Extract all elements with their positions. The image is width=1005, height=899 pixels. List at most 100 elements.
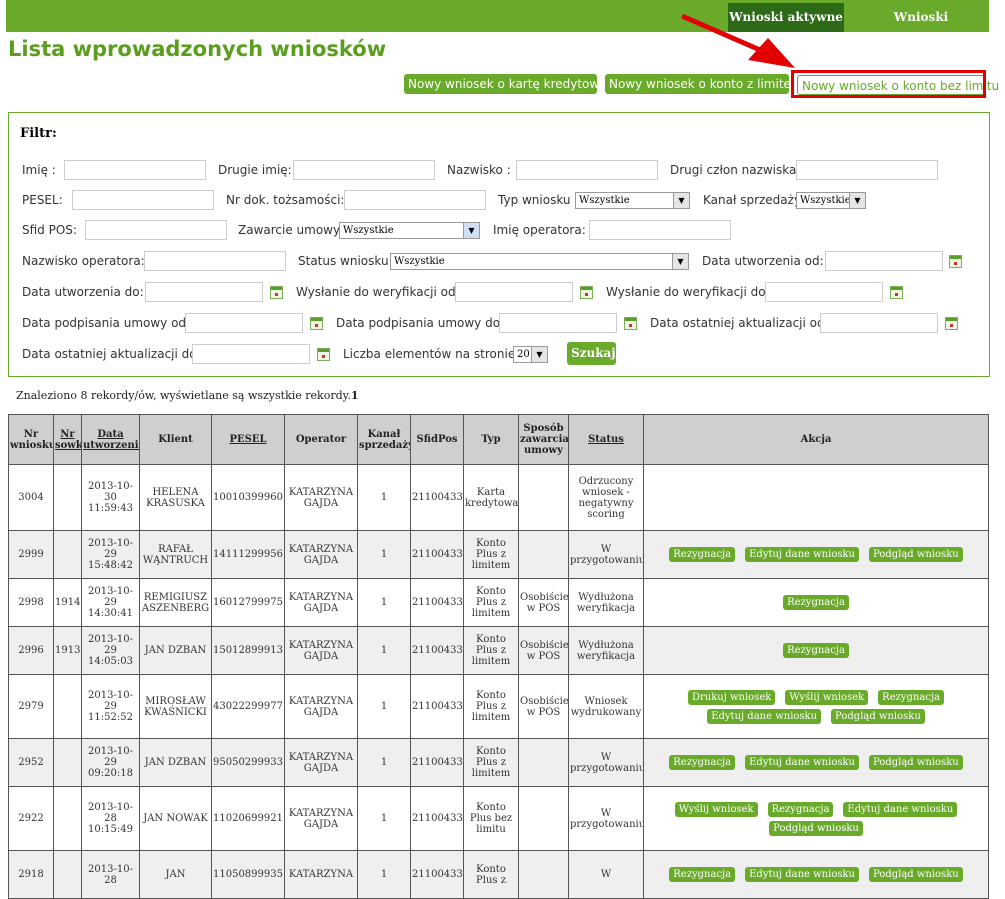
cell-status: W przygotowaniu	[568, 786, 644, 851]
chevron-down-icon: ▼	[531, 347, 547, 362]
chevron-down-icon: ▼	[849, 193, 865, 208]
signed-from-label: Data podpisania umowy od:	[22, 316, 191, 330]
cell-date-value: 2013-10-30	[88, 481, 133, 503]
second-name-input[interactable]	[293, 160, 435, 180]
results-count: Znaleziono 8 rekordy/ów, wyświetlane są …	[16, 389, 359, 402]
id-document-input[interactable]	[344, 190, 486, 210]
cell-sfid: 21100433	[410, 674, 464, 739]
col-header: Kanał sprzedaży	[357, 414, 411, 465]
sfid-pos-input[interactable]	[85, 220, 227, 240]
col-header[interactable]: Nr sowk	[53, 414, 82, 465]
cell-date-value: 2013-10-29	[88, 538, 133, 560]
action-button[interactable]: Wyślij wniosek	[674, 801, 758, 817]
action-button[interactable]: Rezygnacja	[783, 643, 849, 658]
cell-klient: JAN DZBAN	[139, 626, 212, 675]
tab-active-applications[interactable]: Wnioski aktywne	[728, 3, 844, 32]
cell-typ: Konto Plus z limitem	[463, 578, 519, 627]
table-row: 3004 2013-10-30 11:59:43 HELENA KRASUSKA 100…	[8, 464, 989, 531]
cell-pesel: 11050899935	[211, 850, 285, 899]
table-body: 3004 2013-10-30 11:59:43 HELENA KRASUSKA 100…	[8, 464, 989, 899]
agreement-select[interactable]: Wszystkie ▼	[339, 222, 480, 239]
first-name-input[interactable]	[64, 160, 206, 180]
new-account-limit-button[interactable]: Nowy wniosek o konto z limitem	[605, 74, 803, 94]
chevron-down-icon: ▼	[463, 223, 479, 238]
operator-surname-input[interactable]	[144, 251, 286, 271]
cell-sposob	[518, 786, 569, 851]
calendar-icon[interactable]	[949, 255, 962, 268]
surname-input[interactable]	[516, 160, 658, 180]
action-button[interactable]: Rezygnacja	[669, 547, 736, 562]
cell-sowk	[53, 464, 82, 531]
action-button[interactable]: Edytuj dane wniosku	[707, 708, 822, 724]
calendar-icon[interactable]	[310, 317, 323, 330]
operator-name-label: Imię operatora:	[493, 223, 586, 237]
search-button[interactable]: Szukaj	[567, 342, 616, 365]
signed-to-input[interactable]	[499, 313, 617, 333]
action-button[interactable]: Edytuj dane wniosku	[745, 547, 859, 562]
action-button[interactable]: Rezygnacja	[767, 801, 834, 817]
signed-from-input[interactable]	[185, 313, 303, 333]
action-button[interactable]: Drukuj wniosek	[687, 689, 776, 705]
sent-from-input[interactable]	[455, 282, 573, 302]
pesel-input[interactable]	[72, 190, 214, 210]
cell-sowk: 1913	[53, 626, 82, 675]
action-button[interactable]: Edytuj dane wniosku	[745, 867, 859, 882]
type-select[interactable]: Wszystkie ▼	[575, 192, 690, 209]
action-button[interactable]: Wyślij wniosek	[785, 689, 869, 705]
action-button[interactable]: Rezygnacja	[878, 689, 945, 705]
col-header: Akcja	[643, 414, 989, 465]
per-page-select[interactable]: 20 ▼	[513, 346, 548, 363]
col-header[interactable]: PESEL	[211, 414, 285, 465]
cell-operator: KATARZYNA GAJDA	[284, 674, 358, 739]
cell-status: W przygotowaniu	[568, 738, 644, 787]
cell-date: 2013-10-29 15:48:42	[81, 530, 140, 579]
updated-from-label: Data ostatniej aktualizacji od:	[650, 316, 829, 330]
cell-typ: Karta kredytowa	[463, 464, 519, 531]
col-header[interactable]: Data utworzenia	[81, 414, 140, 465]
channel-label: Kanał sprzedaży	[703, 193, 802, 207]
calendar-icon[interactable]	[890, 286, 903, 299]
action-button[interactable]: Edytuj dane wniosku	[843, 801, 958, 817]
cell-klient: JAN	[139, 850, 212, 899]
new-credit-card-button[interactable]: Nowy wniosek o kartę kredytową	[404, 74, 607, 94]
cell-operator: KATARZYNA GAJDA	[284, 738, 358, 787]
action-button[interactable]: Podgląd wniosku	[868, 755, 963, 770]
action-button[interactable]: Rezygnacja	[669, 867, 736, 882]
updated-from-input[interactable]	[820, 313, 938, 333]
cell-nr: 2998	[8, 578, 54, 627]
channel-select[interactable]: Wszystkie ▼	[796, 192, 866, 209]
calendar-icon[interactable]	[624, 317, 637, 330]
action-button[interactable]: Edytuj dane wniosku	[745, 755, 859, 770]
status-select[interactable]: Wszystkie ▼	[390, 253, 689, 270]
tab-closed-applications[interactable]: Wnioski zakończone	[856, 3, 986, 53]
action-button[interactable]: Podgląd wniosku	[769, 820, 863, 836]
sent-to-input[interactable]	[765, 282, 883, 302]
updated-to-input[interactable]	[192, 344, 310, 364]
created-from-input[interactable]	[825, 251, 943, 271]
action-button[interactable]: Podgląd wniosku	[868, 867, 963, 882]
cell-sposob: Osobiście w POS	[518, 674, 569, 739]
created-to-input[interactable]	[145, 282, 263, 302]
operator-name-input[interactable]	[589, 220, 731, 240]
cell-date: 2013-10-28 10:15:49	[81, 786, 140, 851]
cell-pesel: 14111299956	[211, 530, 285, 579]
action-button[interactable]: Rezygnacja	[669, 755, 736, 770]
cell-actions: Wyślij wniosek Rezygnacja Edytuj dane wnio…	[643, 786, 989, 851]
agreement-label: Zawarcie umowy	[238, 223, 341, 237]
col-header[interactable]: Status	[568, 414, 644, 465]
cell-sposob	[518, 530, 569, 579]
cell-sfid: 21100433	[410, 578, 464, 627]
cell-date-value: 2013-10-29	[88, 746, 133, 768]
calendar-icon[interactable]	[270, 286, 283, 299]
col-header: SfidPos	[410, 414, 464, 465]
cell-date: 2013-10-29 11:52:52	[81, 674, 140, 739]
cell-time-value: 14:05:03	[88, 656, 133, 667]
second-surname-input[interactable]	[796, 160, 938, 180]
action-button[interactable]: Podgląd wniosku	[868, 547, 963, 562]
cell-nr: 2979	[8, 674, 54, 739]
calendar-icon[interactable]	[317, 348, 330, 361]
calendar-icon[interactable]	[945, 317, 958, 330]
calendar-icon[interactable]	[580, 286, 593, 299]
action-button[interactable]: Rezygnacja	[783, 595, 849, 610]
action-button[interactable]: Podgląd wniosku	[831, 708, 925, 724]
